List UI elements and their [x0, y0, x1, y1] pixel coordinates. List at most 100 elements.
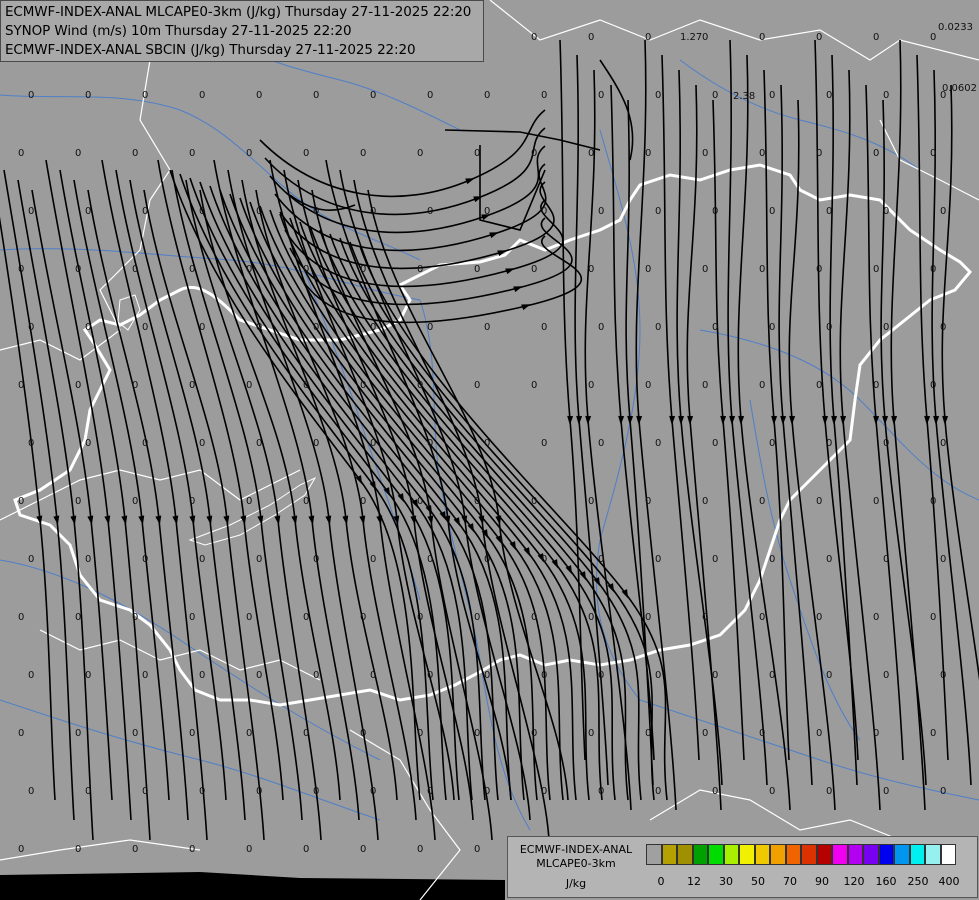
value-label: 0	[85, 438, 91, 449]
value-label: 0	[85, 322, 91, 333]
value-label: 0	[484, 322, 490, 333]
value-label: 0	[484, 670, 490, 681]
legend-swatch	[723, 844, 739, 865]
value-label: 0	[417, 264, 423, 275]
value-label: 0	[588, 728, 594, 739]
value-label: 0	[18, 844, 24, 855]
value-label: 0	[256, 670, 262, 681]
value-label: 0	[531, 264, 537, 275]
value-label: 0	[883, 322, 889, 333]
value-label: 0	[769, 438, 775, 449]
value-label: 0	[645, 728, 651, 739]
value-label: 0	[189, 496, 195, 507]
value-label: 0	[427, 322, 433, 333]
value-label: 0	[18, 612, 24, 623]
value-label: 0	[199, 90, 205, 101]
legend-swatch	[863, 844, 879, 865]
value-label: 0	[484, 438, 490, 449]
value-label: 0	[826, 554, 832, 565]
value-label: 0	[142, 90, 148, 101]
value-label: 0	[360, 148, 366, 159]
value-label: 0	[142, 322, 148, 333]
value-label: 0	[816, 728, 822, 739]
value-label: 2.38	[733, 91, 755, 102]
value-label: 0	[18, 264, 24, 275]
value-label: 0	[655, 670, 661, 681]
value-label: 0	[303, 496, 309, 507]
value-label: 0	[474, 148, 480, 159]
value-label: 0	[313, 554, 319, 565]
value-label: 0	[303, 380, 309, 391]
value-label: 0	[28, 206, 34, 217]
value-label: 0	[360, 264, 366, 275]
value-label: 0	[246, 264, 252, 275]
value-label: 0	[873, 264, 879, 275]
value-label: 0	[360, 496, 366, 507]
value-label: 0	[85, 554, 91, 565]
legend-tick-label: 160	[875, 875, 897, 888]
value-label: 0	[883, 786, 889, 797]
value-label: 0	[883, 90, 889, 101]
value-label: 0	[256, 90, 262, 101]
value-label: 0	[645, 32, 651, 43]
value-label: 0	[541, 786, 547, 797]
value-label: 0	[303, 728, 309, 739]
value-label: 0	[598, 90, 604, 101]
value-label: 0	[702, 728, 708, 739]
value-label: 0	[256, 206, 262, 217]
value-label: 0	[75, 264, 81, 275]
legend-tick-label: 70	[783, 875, 797, 888]
value-label: 0	[930, 148, 936, 159]
value-label: 0	[883, 670, 889, 681]
value-label: 0	[313, 786, 319, 797]
legend-swatch	[878, 844, 894, 865]
value-label: 0	[303, 148, 309, 159]
value-label: 0	[85, 786, 91, 797]
value-label: 0	[303, 612, 309, 623]
value-label: 0	[930, 32, 936, 43]
value-label: 0	[417, 844, 423, 855]
value-label: 0	[769, 670, 775, 681]
legend-swatch	[847, 844, 863, 865]
value-label: 0	[769, 786, 775, 797]
value-label: 0	[246, 728, 252, 739]
value-label: 0	[189, 612, 195, 623]
legend-tick-label: 50	[751, 875, 765, 888]
value-label: 1.27	[680, 32, 702, 43]
value-label: 0	[370, 786, 376, 797]
legend-swatch	[739, 844, 755, 865]
value-label: 0	[712, 670, 718, 681]
value-label: 0	[598, 206, 604, 217]
legend-swatch	[816, 844, 832, 865]
value-label: 0	[531, 148, 537, 159]
legend-swatch	[909, 844, 925, 865]
value-label: 0	[759, 148, 765, 159]
value-label: 0	[474, 612, 480, 623]
value-label: 0	[759, 32, 765, 43]
value-label: 0	[702, 32, 708, 43]
value-label: 0	[427, 438, 433, 449]
legend-swatch	[801, 844, 817, 865]
value-label: 0	[474, 264, 480, 275]
value-label: 0	[816, 612, 822, 623]
value-label: 0	[712, 206, 718, 217]
legend-swatch	[646, 844, 662, 865]
value-label: 0	[930, 496, 936, 507]
value-label: 0	[541, 554, 547, 565]
value-label: 0	[28, 554, 34, 565]
value-label: 0	[256, 322, 262, 333]
value-label: 0	[474, 844, 480, 855]
value-label: 0	[883, 438, 889, 449]
value-label: 0	[645, 264, 651, 275]
value-label: 0	[588, 148, 594, 159]
value-label: 0	[531, 32, 537, 43]
value-label: 0	[655, 438, 661, 449]
value-label: 0	[18, 380, 24, 391]
value-label: 0	[598, 670, 604, 681]
value-label: 0	[702, 148, 708, 159]
legend-swatch	[785, 844, 801, 865]
value-label: 0	[75, 496, 81, 507]
value-label: 0	[75, 148, 81, 159]
value-label: 0	[702, 264, 708, 275]
value-label: 0	[712, 322, 718, 333]
